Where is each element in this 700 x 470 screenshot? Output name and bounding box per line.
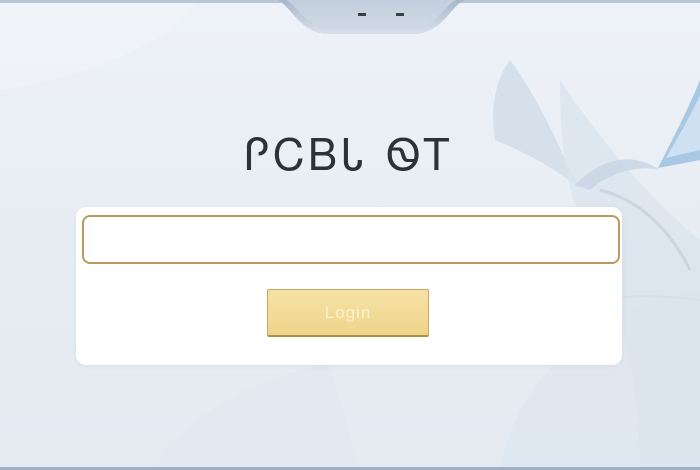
login-card: Login bbox=[76, 207, 622, 365]
notch-dash-right bbox=[396, 13, 404, 16]
login-screen: ᎵᏟᏴᏓ ᏫᎢ Login bbox=[0, 0, 700, 470]
notch-dash-left bbox=[358, 13, 366, 16]
page-title: ᎵᏟᏴᏓ ᏫᎢ bbox=[244, 130, 456, 181]
login-input[interactable] bbox=[82, 215, 620, 264]
top-notch-shape bbox=[278, 0, 464, 34]
login-button[interactable]: Login bbox=[267, 289, 429, 337]
